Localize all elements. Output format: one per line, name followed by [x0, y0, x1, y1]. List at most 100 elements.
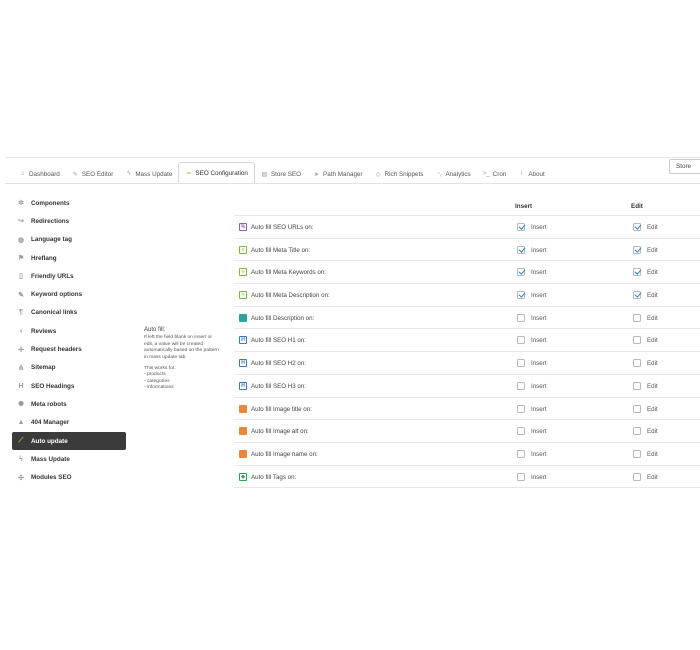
insert-checkbox-label: Insert — [531, 224, 547, 231]
insert-checkbox[interactable] — [517, 472, 525, 481]
sidebar-item-404-manager[interactable]: ▲ 404 Manager — [12, 414, 126, 432]
tab-label: About — [528, 170, 545, 178]
insert-checkbox[interactable] — [517, 268, 525, 277]
terminal-icon: >_ — [482, 171, 490, 177]
edit-checkbox-label: Edit — [647, 314, 658, 322]
edit-icon: ✎ — [72, 171, 78, 178]
edit-checkbox[interactable] — [633, 245, 641, 254]
insert-checkbox[interactable] — [517, 223, 525, 231]
tab-label: Cron — [492, 170, 507, 178]
tab-mass-update[interactable]: ϟ Mass Update — [119, 165, 178, 183]
sidebar-item-hreflang[interactable]: ⚑ Hreflang — [12, 249, 126, 267]
tab-dashboard[interactable]: ⌂ Dashboard — [13, 165, 66, 183]
edit-checkbox[interactable] — [633, 223, 641, 231]
sidebar-item-redirections[interactable]: ↪ Redirections — [12, 212, 126, 230]
tab-rich-snippets[interactable]: ◇ Rich Snippets — [369, 165, 430, 183]
table-row: ‹› Auto fill Meta Title on: Insert Edit — [234, 239, 700, 262]
sidebar-item-canonical-links[interactable]: ¶ Canonical links — [12, 304, 126, 322]
edit-checkbox[interactable] — [633, 449, 641, 458]
sidebar-item-reviews[interactable]: ◖ Reviews — [12, 322, 126, 340]
tab-label: Mass Update — [135, 170, 173, 178]
insert-checkbox[interactable] — [517, 404, 525, 413]
sidebar-item-meta-robots[interactable]: ✺ Meta robots — [12, 395, 126, 413]
row-label: Auto fill SEO H1 on: — [251, 337, 307, 345]
tab-seo-editor[interactable]: ✎ SEO Editor — [66, 165, 120, 183]
sidebar-item-request-headers[interactable]: ✛ Request headers — [12, 340, 126, 358]
sidebar-item-seo-headings[interactable]: H SEO Headings — [12, 377, 126, 395]
insert-checkbox[interactable] — [517, 359, 525, 368]
edit-checkbox-label: Edit — [647, 473, 658, 481]
heading-icon: H — [239, 336, 247, 345]
edit-checkbox[interactable] — [633, 291, 641, 300]
auto-fill-help: Auto fill: If left the field blank on in… — [144, 327, 229, 392]
insert-checkbox[interactable] — [517, 449, 525, 458]
sidebar-item-friendly-urls[interactable]: ▯ Friendly URLs — [12, 267, 126, 285]
sidebar-item-label: Modules SEO — [31, 474, 72, 482]
edit-checkbox[interactable] — [633, 336, 641, 345]
edit-checkbox[interactable] — [633, 359, 641, 368]
tab-about[interactable]: i About — [512, 165, 550, 183]
comment-icon: ◖ — [18, 327, 24, 335]
edit-checkbox-label: Edit — [647, 382, 658, 390]
help-line: automatically based on the pattern — [144, 348, 219, 354]
edit-checkbox[interactable] — [633, 472, 641, 481]
tab-analytics[interactable]: 〽 Analytics — [429, 165, 476, 183]
insert-checkbox-label: Insert — [531, 405, 547, 413]
sidebar-item-components[interactable]: ✲ Components — [12, 194, 126, 212]
sidebar-item-language-tag[interactable]: ◍ Language tag — [12, 231, 126, 249]
home-icon: ⌂ — [20, 171, 25, 177]
insert-checkbox[interactable] — [517, 336, 525, 345]
table-body: % Auto fill SEO URLs on: Insert Edit ‹› Auto … — [234, 216, 700, 489]
robot-icon: ✺ — [18, 401, 24, 409]
tab-cron[interactable]: >_ Cron — [477, 165, 513, 183]
sidebar-item-label: Language tag — [31, 236, 72, 244]
insert-checkbox[interactable] — [517, 291, 525, 300]
tab-seo-configuration[interactable]: ✑ SEO Configuration — [178, 162, 255, 184]
insert-checkbox[interactable] — [517, 313, 525, 322]
table-row: ◆ Auto fill Tags on: Insert Edit — [234, 466, 700, 489]
sidebar-item-label: Hreflang — [31, 254, 57, 262]
sitemap-icon: ⋔ — [18, 364, 24, 372]
sidebar-item-label: Redirections — [31, 217, 70, 225]
help-works-list: - products - categories - informations — [144, 372, 229, 391]
sidebar-item-sitemap[interactable]: ⋔ Sitemap — [12, 359, 126, 377]
tab-store-seo[interactable]: ▤ Store SEO — [255, 165, 307, 183]
store-icon: ▤ — [261, 171, 268, 178]
sidebar-item-keyword-options[interactable]: ✎ Keyword options — [12, 285, 126, 303]
edit-column-header: Edit — [631, 203, 643, 210]
edit-checkbox[interactable] — [633, 381, 641, 390]
warning-icon: ▲ — [17, 419, 25, 427]
row-label: Auto fill SEO URLs on: — [251, 224, 314, 231]
insert-checkbox-label: Insert — [531, 246, 547, 254]
insert-checkbox[interactable] — [517, 245, 525, 254]
tab-label: Dashboard — [29, 170, 60, 178]
table-header: Insert Edit — [234, 201, 700, 216]
edit-checkbox-label: Edit — [647, 292, 658, 300]
sidebar-item-mass-update[interactable]: ϟ Mass Update — [12, 450, 126, 468]
insert-checkbox[interactable] — [517, 427, 525, 436]
image-icon — [239, 313, 247, 322]
edit-checkbox[interactable] — [633, 427, 641, 436]
store-select[interactable]: Store — [669, 159, 700, 174]
paragraph-icon: ¶ — [19, 309, 23, 317]
help-title: Auto fill: — [144, 327, 166, 333]
edit-checkbox[interactable] — [633, 313, 641, 322]
sidebar-item-label: Sitemap — [31, 364, 56, 372]
tab-label: Store SEO — [270, 170, 302, 178]
crosshair-icon: ✛ — [18, 346, 24, 354]
globe-icon: ◍ — [17, 236, 25, 244]
sidebar-item-label: Components — [31, 199, 70, 207]
edit-checkbox[interactable] — [633, 268, 641, 277]
edit-checkbox[interactable] — [633, 404, 641, 413]
sidebar-item-modules-seo[interactable]: ✣ Modules SEO — [12, 468, 126, 486]
bolt-icon: ϟ — [19, 455, 23, 463]
tab-path-manager[interactable]: ➤ Path Manager — [307, 165, 369, 183]
insert-checkbox[interactable] — [517, 381, 525, 390]
puzzle-icon: ✣ — [18, 474, 24, 482]
insert-checkbox-label: Insert — [531, 428, 547, 436]
insert-checkbox-label: Insert — [531, 314, 547, 322]
panel-top-border — [5, 157, 700, 158]
image-icon — [239, 404, 247, 413]
image-icon — [239, 427, 247, 436]
sidebar-item-auto-update[interactable]: ⟋ Auto update — [12, 431, 126, 451]
